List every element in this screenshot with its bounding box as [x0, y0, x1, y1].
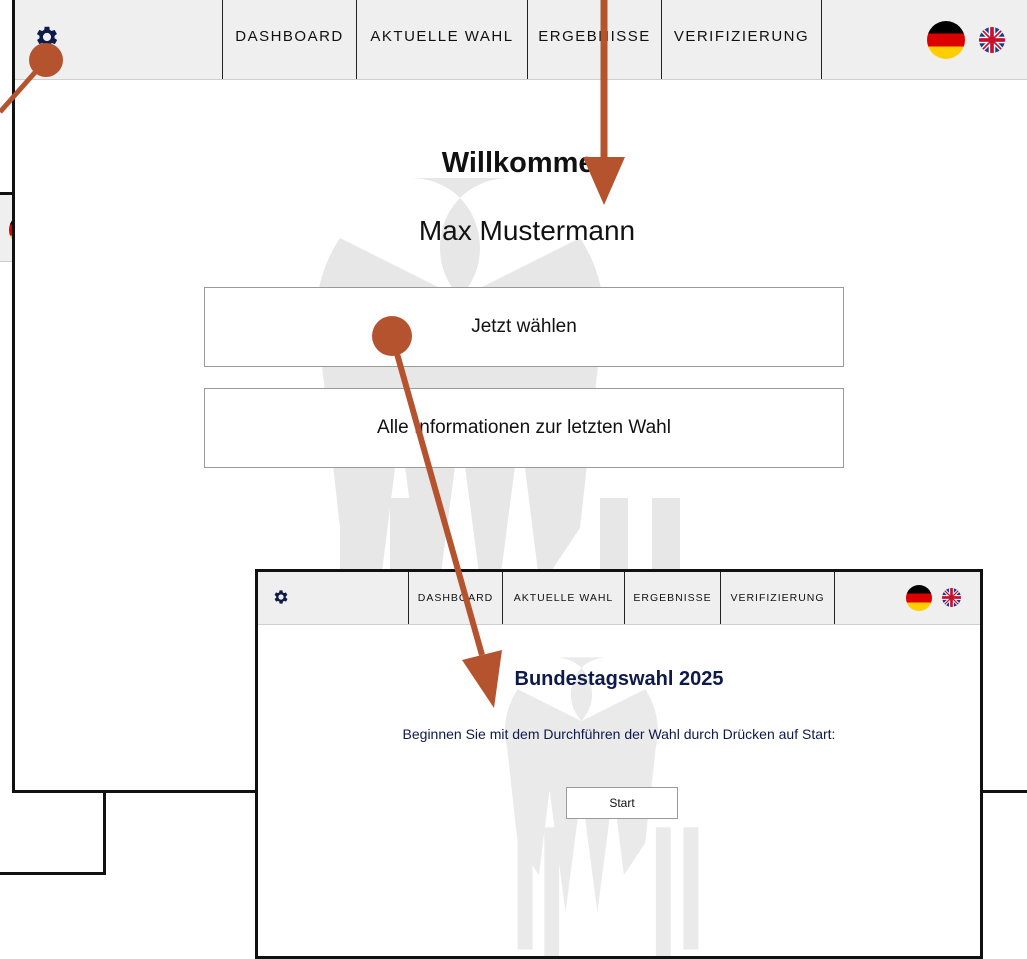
top-bar: DASHBOARD AKTUELLE WAHL ERGEBNISSE VERIF… — [15, 0, 1027, 80]
election-instruction: Beginnen Sie mit dem Durchführen der Wah… — [402, 726, 836, 742]
flag-uk-icon[interactable] — [942, 588, 961, 607]
top-bar: DASHBOARD AKTUELLE WAHL ERGEBNISSE VERIF… — [258, 572, 980, 625]
start-button[interactable]: Start — [566, 787, 678, 819]
nav-verifizierung[interactable]: VERIFIZIERUNG — [662, 0, 822, 79]
nav-aktuelle-wahl[interactable]: AKTUELLE WAHL — [503, 572, 625, 624]
flag-germany-icon[interactable] — [927, 21, 965, 59]
flag-germany-icon[interactable] — [906, 585, 932, 611]
nav-dashboard[interactable]: DASHBOARD — [409, 572, 503, 624]
flag-uk-icon[interactable] — [979, 27, 1005, 53]
election-title: Bundestagswahl 2025 — [514, 668, 724, 690]
nav-aktuelle-wahl[interactable]: AKTUELLE WAHL — [357, 0, 528, 79]
gear-icon[interactable] — [272, 588, 290, 611]
main-navigation: DASHBOARD AKTUELLE WAHL ERGEBNISSE VERIF… — [408, 572, 835, 624]
nav-ergebnisse[interactable]: ERGEBNISSE — [528, 0, 662, 79]
election-start-window: DASHBOARD AKTUELLE WAHL ERGEBNISSE VERIF… — [255, 569, 983, 959]
nav-dashboard[interactable]: DASHBOARD — [223, 0, 357, 79]
last-election-info-button[interactable]: Alle Informationen zur letzten Wahl — [204, 388, 844, 468]
vote-now-button[interactable]: Jetzt wählen — [204, 287, 844, 367]
nav-ergebnisse[interactable]: ERGEBNISSE — [625, 572, 721, 624]
nav-verifizierung[interactable]: VERIFIZIERUNG — [721, 572, 835, 624]
welcome-heading: Willkommen — [441, 147, 613, 179]
user-name: Max Mustermann — [418, 215, 636, 246]
main-navigation: DASHBOARD AKTUELLE WAHL ERGEBNISSE VERIF… — [222, 0, 822, 79]
gear-icon[interactable] — [33, 23, 61, 56]
